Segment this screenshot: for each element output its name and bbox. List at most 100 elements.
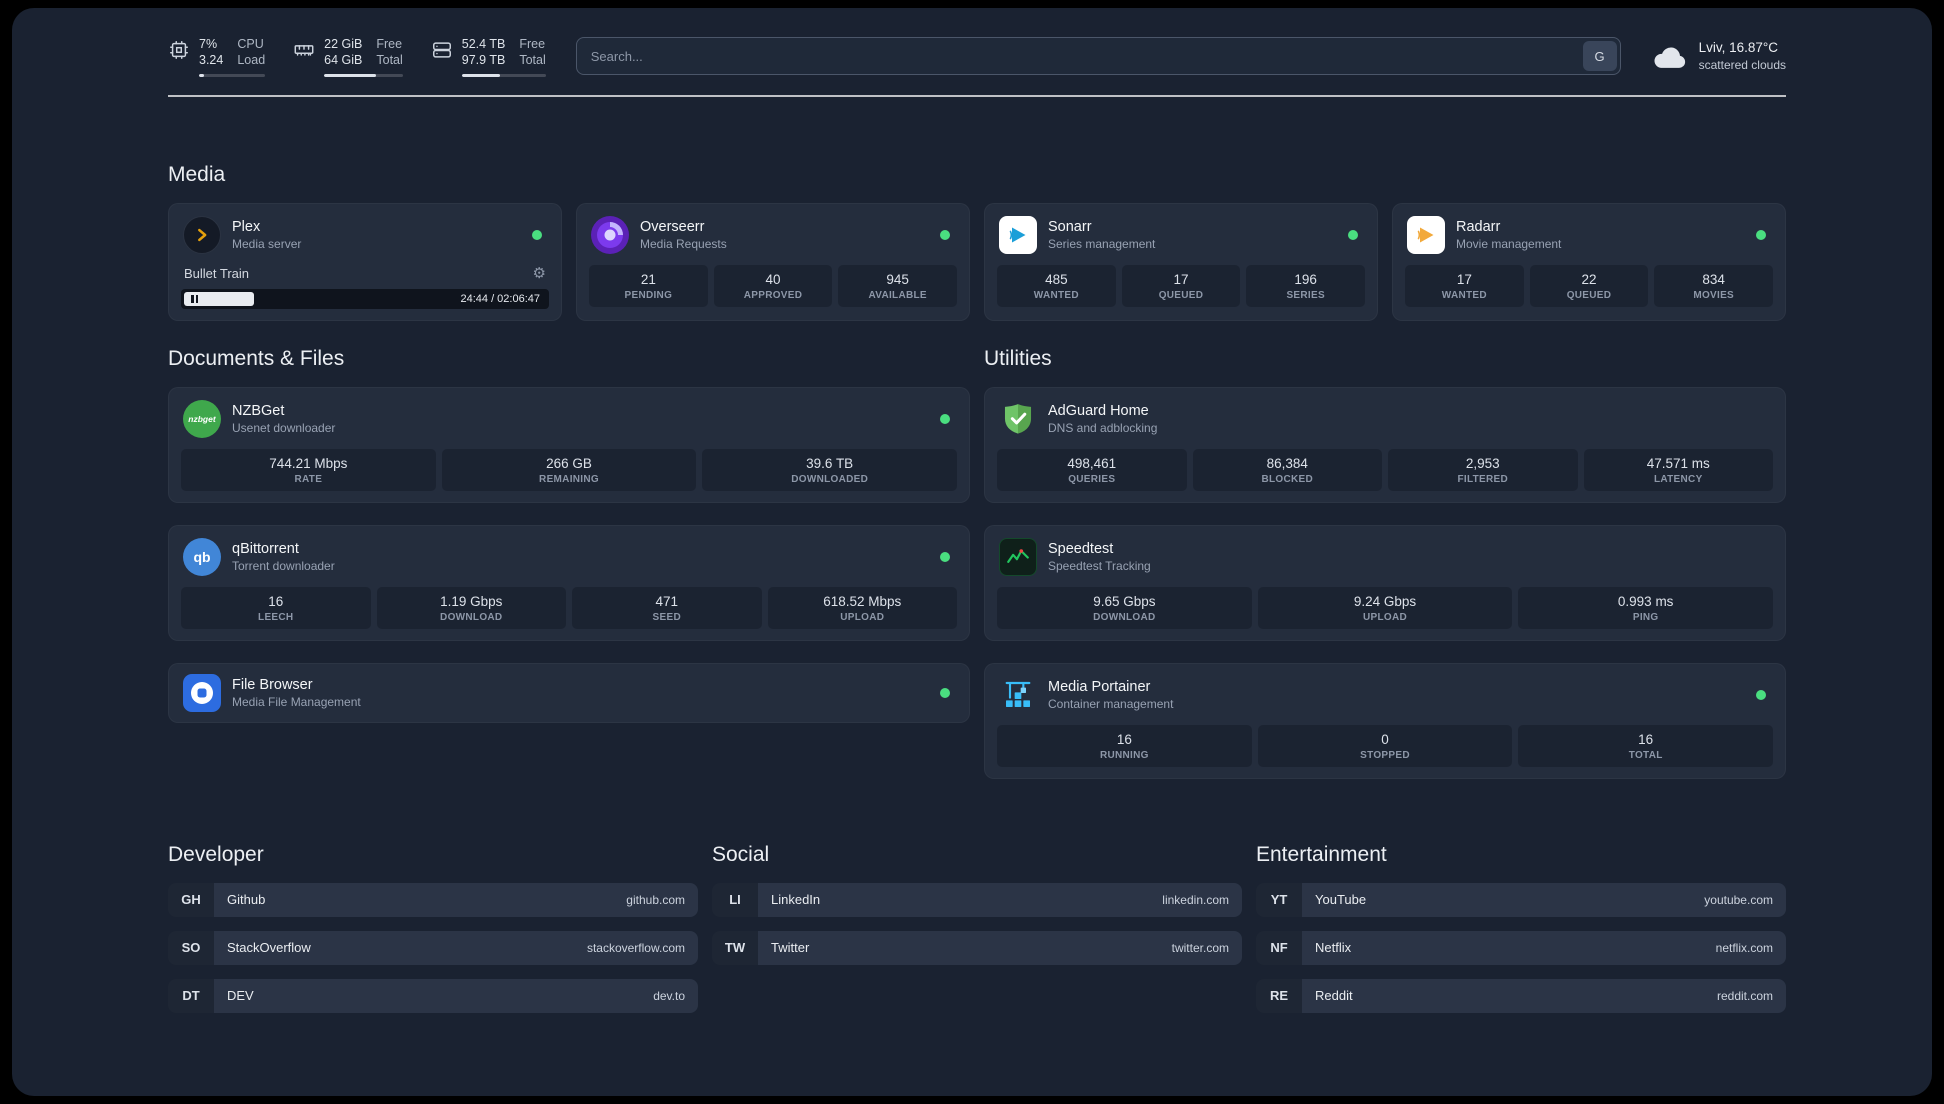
app-desc: Speedtest Tracking (1048, 558, 1151, 573)
filebrowser-card[interactable]: File Browser Media File Management (168, 662, 970, 723)
search-input[interactable] (576, 38, 1580, 75)
app-name: AdGuard Home (1048, 402, 1149, 419)
bookmark-abbr: RE (1256, 978, 1302, 1013)
stat-label: SERIES (1286, 289, 1325, 301)
status-dot (1756, 689, 1766, 700)
bookmark-url: twitter.com (1171, 940, 1229, 955)
nzbget-card[interactable]: nzbget NZBGet Usenet downloader 744.21 M… (168, 386, 970, 503)
stat-value: 22 (1581, 271, 1597, 287)
bookmark-stackoverflow[interactable]: SO StackOverflow stackoverflow.com (168, 930, 698, 965)
stat-label: REMAINING (539, 473, 599, 485)
stat-stopped: 0 STOPPED (1257, 724, 1513, 767)
stat-value: 39.6 TB (806, 455, 854, 471)
stat-label: UPLOAD (1362, 611, 1408, 623)
memory-progress-fill (324, 73, 377, 77)
stat-label: RUNNING (1099, 749, 1149, 761)
bookmark-dev[interactable]: DT DEV dev.to (168, 978, 698, 1013)
stat-queued: 17 QUEUED (1121, 264, 1241, 307)
sonarr-card[interactable]: Sonarr Series management 485 WANTED 17 Q… (984, 202, 1378, 321)
stat-value: 21 (640, 271, 656, 287)
top-bar: 7% 3.24 CPU Load 22 GiB 64 GiB Free Tota… (168, 36, 1786, 77)
cpu-resource-widget: 7% 3.24 CPU Load (168, 36, 266, 77)
stat-running: 16 RUNNING (997, 724, 1252, 767)
stat-value: 471 (655, 593, 679, 609)
bookmark-twitter[interactable]: TW Twitter twitter.com (712, 930, 1242, 965)
playback-time: 24:44 / 02:06:47 (460, 292, 540, 305)
search-provider-button[interactable]: G (1582, 41, 1617, 72)
filebrowser-icon (183, 673, 221, 712)
bookmark-name: StackOverflow (227, 940, 311, 955)
stat-label: PENDING (624, 289, 673, 301)
app-desc: Torrent downloader (232, 558, 335, 573)
stat-label: DOWNLOADED (791, 473, 869, 485)
bookmark-group-developer: Developer GH Github github.com SO StackO… (168, 843, 698, 1027)
stat-label: DOWNLOAD (440, 611, 503, 623)
bookmark-linkedin[interactable]: LI LinkedIn linkedin.com (712, 882, 1242, 917)
stat-label: MOVIES (1693, 289, 1735, 301)
disk-icon (431, 39, 453, 61)
stat-filtered: 2,953 FILTERED (1388, 448, 1578, 491)
status-dot (1348, 229, 1358, 240)
status-dot (940, 687, 950, 698)
stat-label: RATE (294, 473, 323, 485)
stat-value: 9.65 Gbps (1093, 593, 1156, 609)
app-desc: Movie management (1456, 236, 1562, 251)
weather-location: Lviv, 16.87°C (1698, 40, 1779, 56)
cpu-progress-bar (199, 73, 266, 77)
stat-value: 618.52 Mbps (823, 593, 902, 609)
stat-pending: 21 PENDING (589, 264, 708, 307)
bookmark-netflix[interactable]: NF Netflix netflix.com (1256, 930, 1786, 965)
qbittorrent-card[interactable]: qb qBittorrent Torrent downloader 16 LEE… (168, 524, 970, 641)
sonarr-icon (999, 215, 1037, 254)
bookmark-github[interactable]: GH Github github.com (168, 882, 698, 917)
weather-widget[interactable]: Lviv, 16.87°C scattered clouds (1651, 39, 1786, 73)
stat-downloaded: 39.6 TB DOWNLOADED (702, 448, 958, 491)
bookmark-abbr: YT (1256, 882, 1302, 917)
radarr-card[interactable]: Radarr Movie management 17 WANTED 22 QUE… (1392, 202, 1786, 321)
stat-label: TOTAL (1628, 749, 1663, 761)
app-desc: Series management (1048, 236, 1156, 251)
stat-download: 1.19 Gbps DOWNLOAD (376, 586, 566, 629)
stat-value: 40 (765, 271, 781, 287)
adguard-card[interactable]: AdGuard Home DNS and adblocking 498,461 … (984, 386, 1786, 503)
cpu-progress-fill (199, 73, 204, 77)
adguard-icon (999, 400, 1037, 438)
bookmark-reddit[interactable]: RE Reddit reddit.com (1256, 978, 1786, 1013)
status-dot (940, 551, 950, 562)
stat-value: 2,953 (1465, 455, 1500, 471)
app-name: Radarr (1456, 218, 1501, 235)
stat-value: 86,384 (1266, 455, 1308, 471)
stat-label: UPLOAD (840, 611, 885, 623)
app-name: Speedtest (1048, 540, 1114, 557)
stat-movies: 834 MOVIES (1654, 264, 1774, 307)
stat-value: 16 (268, 593, 284, 609)
cpu-load-value: 3.24 (199, 53, 224, 68)
app-desc: Media Requests (640, 236, 727, 251)
app-desc: Media File Management (232, 694, 361, 709)
stat-series: 196 SERIES (1246, 264, 1366, 307)
stat-value: 196 (1294, 271, 1317, 287)
stat-value: 9.24 Gbps (1353, 593, 1417, 609)
gear-icon[interactable]: ⚙ (533, 266, 546, 281)
plex-card[interactable]: Plex Media server Bullet Train ⚙ 24:44 /… (168, 202, 562, 321)
stat-wanted: 17 WANTED (1405, 264, 1524, 307)
pause-icon[interactable] (191, 294, 198, 303)
disk-total-value: 97.9 TB (461, 53, 506, 68)
stat-approved: 40 APPROVED (713, 264, 833, 307)
overseerr-card[interactable]: Overseerr Media Requests 21 PENDING 40 A… (576, 202, 970, 321)
bookmark-url: github.com (626, 892, 685, 907)
stat-value: 498,461 (1067, 455, 1117, 471)
speedtest-card[interactable]: Speedtest Speedtest Tracking 9.65 Gbps D… (984, 524, 1786, 641)
portainer-card[interactable]: Media Portainer Container management 16 … (984, 662, 1786, 779)
entertainment-group-title: Entertainment (1256, 842, 1387, 866)
bookmark-youtube[interactable]: YT YouTube youtube.com (1256, 882, 1786, 917)
stat-label: QUERIES (1068, 473, 1116, 485)
playback-progress-bar[interactable]: 24:44 / 02:06:47 (181, 288, 549, 309)
stat-available: 945 AVAILABLE (838, 264, 958, 307)
cpu-icon (168, 39, 190, 61)
stat-value: 834 (1702, 271, 1725, 287)
stat-value: 16 (1638, 731, 1654, 747)
app-desc: Usenet downloader (232, 420, 336, 435)
stat-rate: 744.21 Mbps RATE (181, 448, 436, 491)
stat-value: 17 (1173, 271, 1189, 287)
